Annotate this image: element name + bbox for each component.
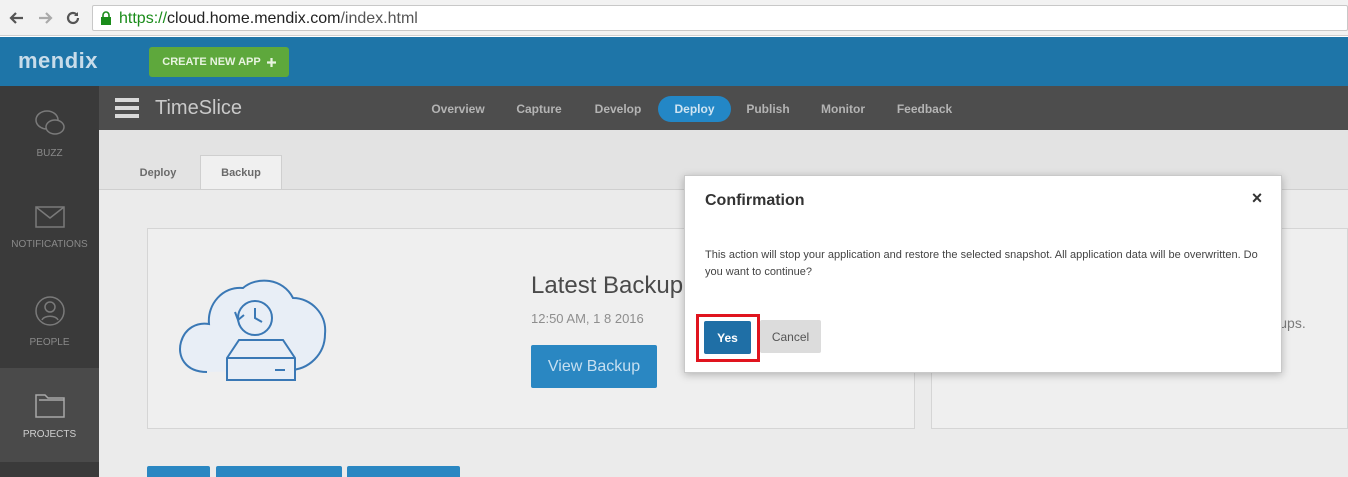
url-path: /index.html	[340, 10, 418, 27]
forward-arrow-icon[interactable]	[34, 7, 56, 29]
confirmation-dialog: Confirmation × This action will stop you…	[684, 175, 1282, 373]
view-backup-button[interactable]: View Backup	[531, 345, 657, 388]
sidebar-item-people[interactable]: PEOPLE	[0, 274, 99, 368]
lock-icon	[101, 11, 111, 25]
browser-toolbar: https://cloud.home.mendix.com/index.html	[0, 0, 1348, 36]
sidebar-label-notifications: NOTIFICATIONS	[11, 238, 88, 250]
sidebar-item-notifications[interactable]: NOTIFICATIONS	[0, 180, 99, 274]
chat-bubbles-icon	[34, 109, 65, 135]
bottom-action-button-2[interactable]	[216, 466, 342, 477]
bottom-action-button-1[interactable]	[147, 466, 210, 477]
sidebar-item-buzz[interactable]: BUZZ	[0, 86, 99, 180]
back-arrow-icon[interactable]	[6, 7, 28, 29]
tab-deploy[interactable]: Deploy	[658, 96, 731, 122]
sidebar-label-people: PEOPLE	[29, 336, 70, 348]
tab-feedback[interactable]: Feedback	[888, 96, 961, 122]
sidebar-item-projects[interactable]: PROJECTS	[0, 368, 99, 462]
project-title: TimeSlice	[155, 97, 243, 119]
hamburger-menu-icon[interactable]	[115, 98, 139, 118]
left-sidebar: BUZZ NOTIFICATIONS PEOPLE PROJECTS	[0, 86, 99, 477]
project-header: TimeSlice Overview Capture Develop Deplo…	[99, 86, 1348, 130]
tab-capture[interactable]: Capture	[507, 96, 571, 122]
tab-overview[interactable]: Overview	[422, 96, 494, 122]
tab-publish[interactable]: Publish	[739, 96, 797, 122]
envelope-icon	[34, 205, 65, 228]
bottom-action-button-3[interactable]	[347, 466, 460, 477]
tab-develop[interactable]: Develop	[585, 96, 651, 122]
dialog-message: This action will stop your application a…	[705, 249, 1258, 278]
latest-backup-date: 12:50 AM, 1 8 2016	[531, 311, 644, 326]
plus-icon	[266, 57, 276, 67]
reload-icon[interactable]	[62, 7, 84, 29]
yes-button[interactable]: Yes	[704, 321, 751, 354]
create-new-app-button[interactable]: CREATE NEW APP	[149, 47, 289, 77]
subtab-backup[interactable]: Backup	[200, 155, 282, 190]
close-icon[interactable]: ×	[1249, 189, 1265, 207]
sidebar-label-projects: PROJECTS	[22, 428, 77, 440]
subtab-deploy[interactable]: Deploy	[117, 155, 199, 190]
app-header: mendix CREATE NEW APP	[0, 37, 1348, 86]
cancel-button[interactable]: Cancel	[760, 320, 821, 353]
dialog-title: Confirmation	[705, 192, 805, 209]
latest-backup-title: Latest Backup	[531, 272, 684, 299]
address-bar[interactable]: https://cloud.home.mendix.com/index.html	[92, 5, 1348, 31]
url-host: cloud.home.mendix.com	[167, 10, 341, 27]
create-new-app-label: CREATE NEW APP	[162, 56, 261, 68]
sidebar-label-buzz: BUZZ	[36, 147, 63, 159]
folder-icon	[34, 393, 65, 418]
mendix-logo[interactable]: mendix	[18, 48, 98, 74]
tab-monitor[interactable]: Monitor	[811, 96, 875, 122]
person-icon	[34, 295, 65, 326]
url-text: https://cloud.home.mendix.com/index.html	[119, 10, 418, 28]
url-scheme: https://	[119, 10, 168, 27]
cloud-backup-icon	[179, 279, 327, 381]
